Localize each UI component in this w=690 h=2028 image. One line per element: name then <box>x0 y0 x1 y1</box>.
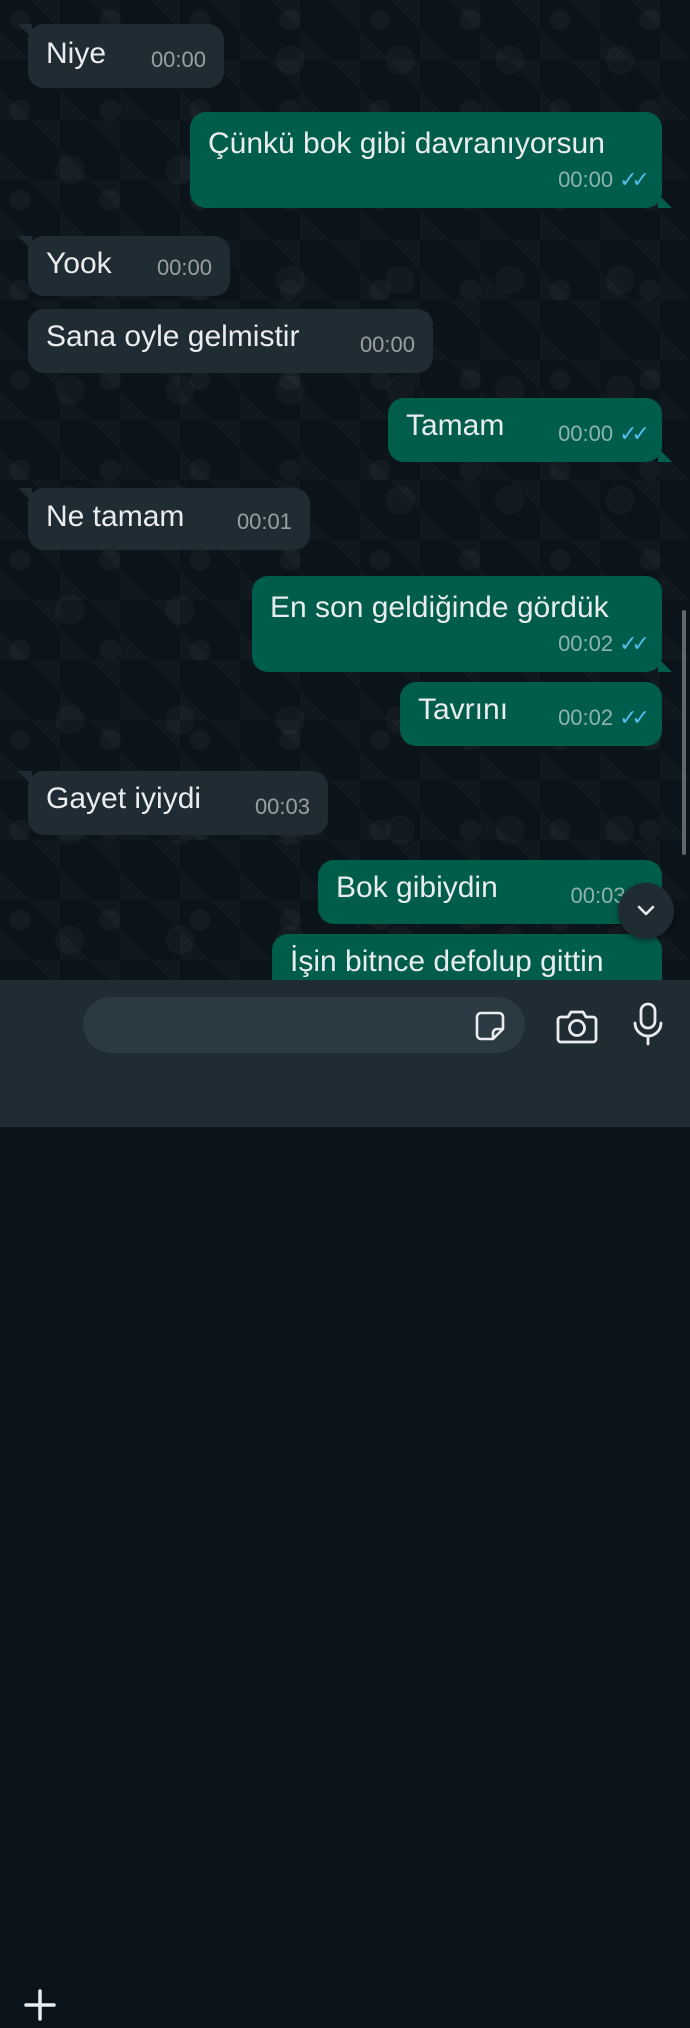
message-bubble-outgoing[interactable]: Çünkü bok gibi davranıyorsun 00:00 ✓✓ <box>190 112 672 208</box>
message-text: Çünkü bok gibi davranıyorsun <box>208 127 605 160</box>
message-time: 00:00 <box>359 332 415 357</box>
message-bubble-outgoing[interactable]: İşin bitnce defolup gittin <box>272 934 662 980</box>
scroll-to-bottom-button[interactable] <box>618 883 674 939</box>
message-meta: 00:02 ✓✓ <box>558 626 650 662</box>
message-meta: 00:00 ✓✓ <box>558 162 650 198</box>
sticker-icon[interactable] <box>470 1006 510 1046</box>
read-receipt-icon: ✓✓ <box>619 167 650 192</box>
message-meta: 00:00 <box>157 250 212 286</box>
read-receipt-icon: ✓✓ <box>619 631 650 656</box>
message-bubble-outgoing[interactable]: En son geldiğinde gördük 00:02 ✓✓ <box>252 576 672 672</box>
message-bubble-incoming[interactable]: Sana oyle gelmistir 00:00 <box>28 309 433 373</box>
message-bubble-incoming[interactable]: Gayet iyiydi 00:03 <box>18 771 328 835</box>
message-input[interactable] <box>83 997 525 1053</box>
message-bubble-incoming[interactable]: Niye 00:00 <box>18 24 224 88</box>
message-bubble-outgoing[interactable]: Tamam 00:00 ✓✓ <box>388 398 672 462</box>
message-text: En son geldiğinde gördük <box>270 591 609 624</box>
message-bubble-outgoing[interactable]: Bok gibiydin 00:03✓ <box>318 860 672 924</box>
message-meta: 00:00 <box>360 327 415 363</box>
message-time: 00:00 <box>558 421 614 446</box>
read-receipt-icon: ✓✓ <box>619 705 650 730</box>
message-bubble-incoming[interactable]: Yook 00:00 <box>18 236 230 296</box>
plus-icon[interactable] <box>20 1982 60 2028</box>
message-bubble-outgoing[interactable]: Tavrını 00:02 ✓✓ <box>400 682 662 746</box>
message-time: 00:00 <box>156 255 212 280</box>
chat-area: Niye 00:00 Çünkü bok gibi davranıyorsun … <box>0 0 690 980</box>
camera-icon[interactable] <box>554 1004 600 1048</box>
message-text: Yook <box>46 247 112 280</box>
message-meta: 00:00 ✓✓ <box>558 416 650 452</box>
message-text: İşin bitnce defolup gittin <box>290 945 604 978</box>
message-bubble-incoming[interactable]: Ne tamam 00:01 <box>18 488 310 550</box>
message-text: Sana oyle gelmistir <box>46 320 300 353</box>
message-meta: 00:03 <box>255 789 310 825</box>
scrollbar[interactable] <box>682 610 686 855</box>
message-time: 00:02 <box>558 631 614 656</box>
message-text: Gayet iyiydi <box>46 782 202 815</box>
message-time: 00:00 <box>558 167 614 192</box>
message-time: 00:02 <box>558 705 614 730</box>
message-time: 00:03 <box>254 794 310 819</box>
message-time: 00:00 <box>150 47 206 72</box>
microphone-icon[interactable] <box>628 1000 668 1048</box>
message-text: Niye <box>46 37 107 70</box>
message-time: 00:01 <box>236 509 292 534</box>
message-meta: 00:00 <box>151 42 206 78</box>
message-text: Tamam <box>406 409 505 442</box>
message-meta: 00:01 <box>237 504 292 540</box>
chevron-down-icon <box>637 905 655 916</box>
read-receipt-icon: ✓✓ <box>619 421 650 446</box>
message-text: Tavrını <box>418 693 509 726</box>
message-text: Bok gibiydin <box>336 871 498 904</box>
message-text: Ne tamam <box>46 500 185 533</box>
message-meta: 00:02 ✓✓ <box>558 700 650 736</box>
